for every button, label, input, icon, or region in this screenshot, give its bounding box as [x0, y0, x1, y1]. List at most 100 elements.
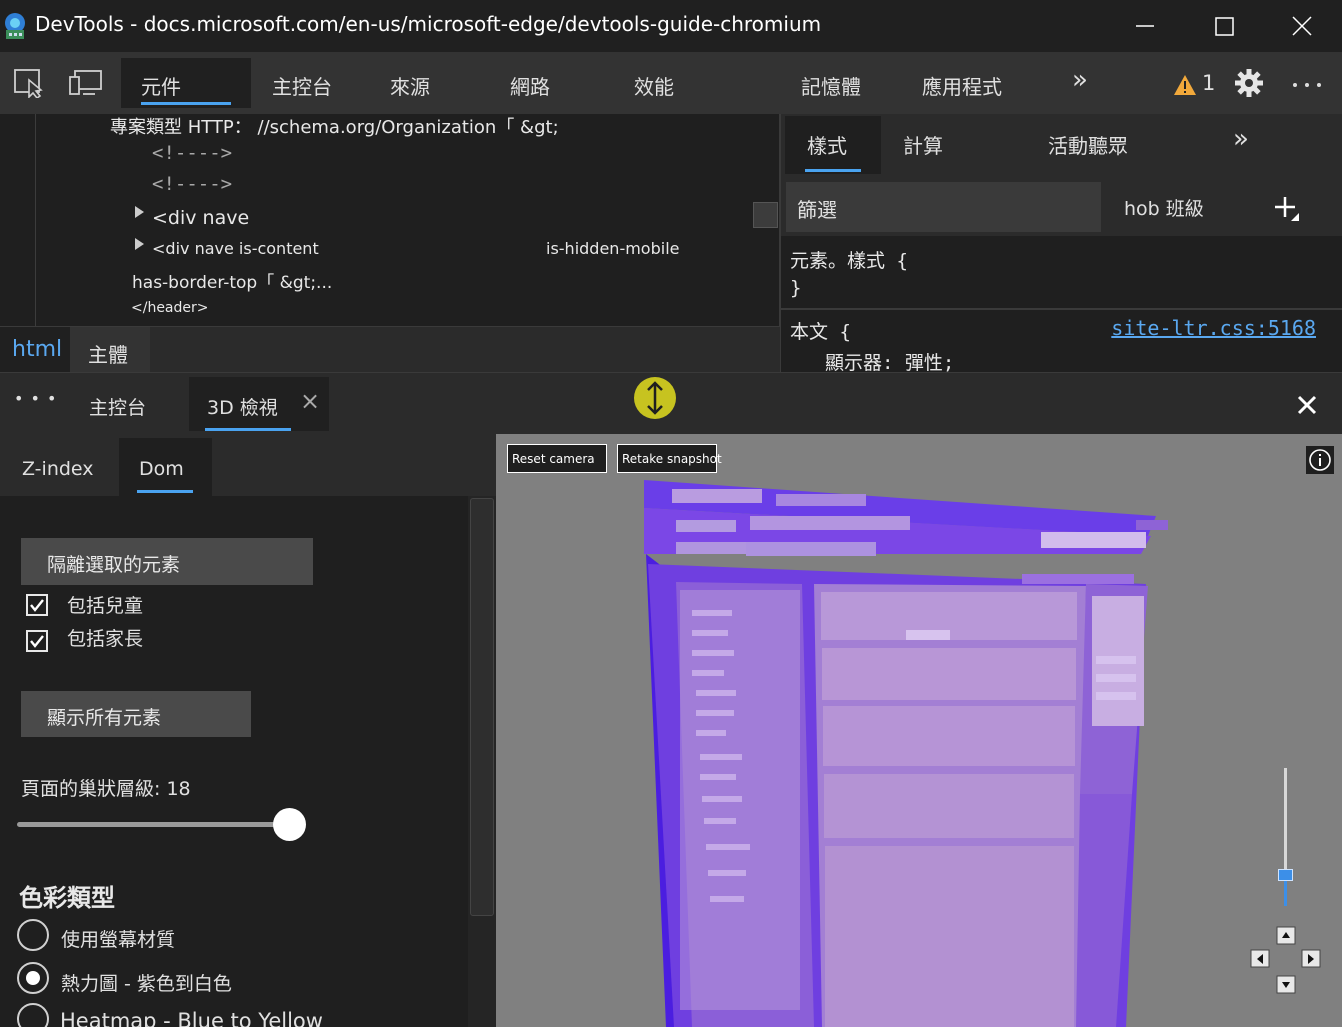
drawer-more-button[interactable]: • • • [14, 389, 57, 408]
expand-triangle-icon[interactable] [135, 206, 144, 218]
dom-comment[interactable]: <!----> [152, 142, 232, 164]
title-bar: DevTools - docs.microsoft.com/en-us/micr… [0, 0, 1342, 52]
include-parents-label: 包括家長 [67, 628, 144, 650]
window-title: DevTools - docs.microsoft.com/en-us/micr… [35, 12, 822, 36]
close-3d-tab-button[interactable]: × [300, 387, 320, 415]
color-type-heading: 色彩類型 [19, 884, 115, 912]
info-icon[interactable] [1306, 446, 1334, 474]
color-option-blue-yellow-label: Heatmap - Blue to Yellow [60, 1009, 323, 1027]
more-tabs-button[interactable]: » [1072, 58, 1088, 108]
maximize-icon [1215, 17, 1234, 36]
body-rule-selector[interactable]: 本文 { [790, 317, 851, 344]
reset-camera-button[interactable]: Reset camera [507, 444, 607, 473]
drawer-tab-underline [205, 428, 291, 431]
maximize-button[interactable] [1185, 0, 1265, 52]
checkmark-icon [30, 599, 44, 612]
tab-network[interactable]: 網路 [510, 58, 550, 108]
pan-down-icon[interactable] [1276, 975, 1298, 995]
dom-scrollbar-thumb[interactable] [753, 202, 778, 228]
dom-line-div-content[interactable]: <div nave is-content [152, 239, 319, 258]
tab-console[interactable]: 主控台 [272, 58, 332, 108]
tab-computed[interactable]: 計算 [903, 130, 943, 159]
3d-view-tab-bar: Z-index Dom [0, 434, 496, 496]
tab-elements[interactable]: 元件 [121, 58, 251, 108]
3d-viewport[interactable]: Reset camera Retake snapshot [496, 434, 1342, 1027]
drawer-tab-console[interactable]: 主控台 [89, 393, 146, 420]
devtools-app-icon [5, 13, 25, 39]
main-tab-bar: 元件 主控台 來源 網路 效能 記憶體 應用程式 » 1 [0, 52, 1342, 114]
close-drawer-icon[interactable] [1297, 395, 1317, 415]
nesting-level-slider-thumb[interactable] [273, 808, 306, 841]
tab-z-index[interactable]: Z-index [22, 458, 94, 480]
dom-tree-panel: 專案類型 HTTP： //schema.org/Organization「 &g… [0, 114, 780, 326]
breadcrumb-body[interactable]: 主體 [70, 327, 150, 372]
color-option-purple-white-radio[interactable] [17, 962, 49, 994]
expand-triangle-icon[interactable] [135, 238, 144, 250]
body-rule-declaration[interactable]: 顯示器: 彈性; [825, 348, 959, 375]
new-style-rule-icon[interactable] [1274, 196, 1300, 222]
device-emulation-icon[interactable] [69, 68, 103, 98]
minimize-button[interactable] [1105, 0, 1185, 52]
include-children-checkbox[interactable] [26, 594, 48, 616]
indent-guide [35, 114, 36, 326]
include-children-label: 包括兒童 [67, 595, 144, 617]
hov-cls-toggle[interactable]: hob 班級 [1124, 194, 1204, 221]
dom-line-border-top[interactable]: has-border-top「 &gt;... [132, 268, 332, 293]
dom-line-div-nav[interactable]: <div nave [152, 207, 249, 229]
dom-comment[interactable]: <!----> [152, 173, 232, 195]
tab-memory[interactable]: 記憶體 [801, 58, 861, 108]
drawer-resize-handle[interactable] [634, 377, 676, 419]
drawer-toolbar: • • • 主控台 3D 檢視 × [0, 372, 1342, 434]
styles-tab-bar: 樣式 計算 活動聽眾 » [781, 114, 1342, 190]
zoom-slider-thumb[interactable] [1278, 868, 1293, 881]
breadcrumb-html[interactable]: html [0, 327, 70, 372]
inspect-element-icon[interactable] [13, 68, 45, 98]
filter-placeholder: 篩選 [797, 198, 837, 222]
nesting-level-label: 頁面的巢狀層級: 18 [21, 778, 191, 800]
tab-styles[interactable]: 樣式 [807, 130, 847, 159]
tab-dom[interactable]: Dom [139, 458, 184, 480]
tab-sources[interactable]: 來源 [390, 58, 430, 108]
tab-dom-underline [137, 490, 193, 493]
styles-pane: 樣式 計算 活動聽眾 » 篩選 hob 班級 元素。樣式 { } 本文 { si… [781, 114, 1342, 375]
color-option-blue-yellow-radio[interactable] [17, 1003, 49, 1027]
resize-vertical-icon [647, 381, 663, 415]
element-style-close: } [790, 277, 802, 299]
element-style-rule: 元素。樣式 { } [781, 236, 1342, 308]
retake-snapshot-button[interactable]: Retake snapshot [617, 444, 722, 473]
3d-view-controls: Z-index Dom 隔離選取的元素 包括兒童 包括家長 顯示所有元素 頁面的… [0, 434, 496, 1027]
3d-page-layers[interactable] [496, 434, 1342, 1027]
body-style-rule: 本文 { site-ltr.css:5168 顯示器: 彈性; [781, 310, 1342, 375]
close-window-button[interactable] [1262, 0, 1342, 52]
tab-performance[interactable]: 效能 [634, 58, 674, 108]
more-styles-tabs-button[interactable]: » [1233, 124, 1249, 154]
color-option-screen-texture-radio[interactable] [17, 919, 49, 951]
pan-left-icon[interactable] [1250, 949, 1272, 969]
isolate-selected-element-button[interactable]: 隔離選取的元素 [21, 538, 313, 585]
more-options-icon[interactable] [1292, 82, 1324, 88]
close-icon [1292, 16, 1312, 36]
breadcrumb: html 主體 [0, 326, 780, 372]
pan-up-icon[interactable] [1276, 926, 1298, 946]
checkmark-icon [30, 635, 44, 648]
element-style-selector[interactable]: 元素。樣式 { [790, 246, 908, 273]
pan-right-icon[interactable] [1301, 949, 1323, 969]
settings-gear-icon[interactable] [1234, 68, 1264, 98]
show-all-elements-button[interactable]: 顯示所有元素 [21, 691, 251, 737]
dom-line-class-hidden[interactable]: is-hidden-mobile [546, 239, 679, 258]
minimize-icon [1136, 25, 1154, 27]
drawer-tab-3d-view[interactable]: 3D 檢視 [207, 393, 278, 420]
filter-input[interactable]: 篩選 [786, 182, 1101, 232]
color-option-purple-white-label: 熱力圖 - 紫色到白色 [61, 973, 232, 995]
warning-count[interactable]: 1 [1202, 71, 1215, 95]
color-option-screen-texture-label: 使用螢幕材質 [61, 929, 176, 951]
nesting-level-slider-track[interactable] [17, 822, 289, 827]
tab-application[interactable]: 應用程式 [922, 58, 1002, 108]
dom-line-header-close[interactable]: </header> [131, 300, 209, 316]
include-parents-checkbox[interactable] [26, 630, 48, 652]
dom-line-itemtype[interactable]: 專案類型 HTTP： //schema.org/Organization「 &g… [110, 113, 559, 139]
controls-scrollbar-thumb[interactable] [470, 498, 494, 916]
stylesheet-link[interactable]: site-ltr.css:5168 [1111, 316, 1316, 340]
styles-filter-row: 篩選 hob 班級 [781, 176, 1342, 236]
tab-event-listeners[interactable]: 活動聽眾 [1048, 130, 1128, 159]
